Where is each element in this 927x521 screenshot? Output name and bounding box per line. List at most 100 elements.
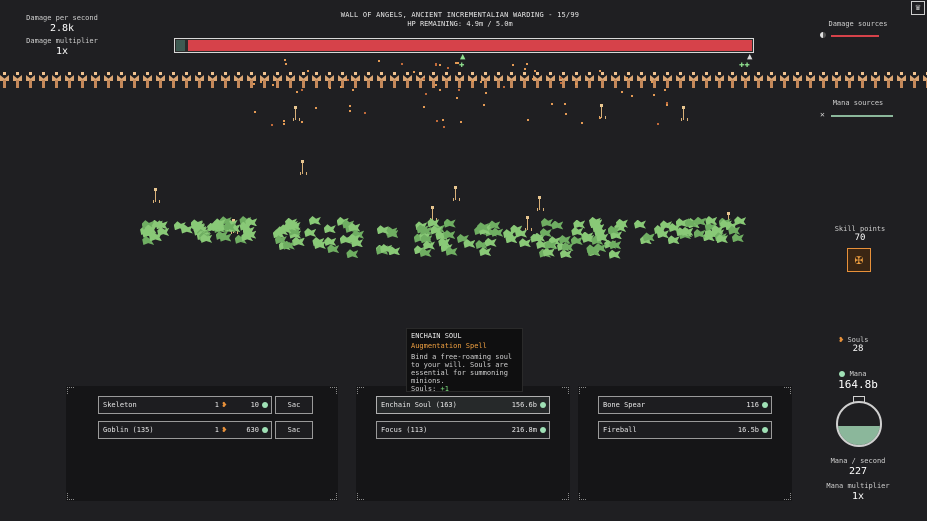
spell-name: Bone Spear <box>603 401 646 409</box>
boss-hp-bar <box>174 38 754 53</box>
summon-skeleton-button[interactable]: Skeleton 1 ❥ 10 <box>98 396 272 414</box>
angel-sprite <box>754 72 763 90</box>
enchain-soul-button[interactable]: Enchain Soul (163) 156.6b <box>376 396 550 414</box>
angel-sprite <box>520 72 529 90</box>
boss-title: WALL OF ANGELS, ANCIENT INCREMENTALIAN W… <box>340 11 580 19</box>
angel-sprite <box>169 72 178 90</box>
goblin-minion <box>731 233 744 243</box>
damage-multiplier-value: 1x <box>55 46 69 57</box>
mana-multiplier-label: Mana multiplier <box>826 482 890 490</box>
impact-particle <box>352 89 355 92</box>
spell-name: Goblin (135) <box>103 426 154 434</box>
soul-cost: 1 <box>214 426 219 434</box>
angel-sprite <box>845 72 854 90</box>
angel-sprite <box>0 72 9 90</box>
sac-goblin-button[interactable]: Sac <box>275 421 313 439</box>
angel-sprite <box>780 72 789 90</box>
angel-sprite <box>221 72 230 90</box>
damage-multiplier-label: Damage multiplier <box>26 37 98 45</box>
impact-particle <box>300 89 303 92</box>
mana-flask <box>835 396 883 452</box>
minion-horde <box>140 212 750 262</box>
mana-cost: 10 <box>250 401 259 409</box>
angel-sprite <box>26 72 35 90</box>
angel-sprite <box>65 72 74 90</box>
cross-rune-icon[interactable]: ✠ <box>847 248 871 272</box>
bone-arrow <box>153 188 160 203</box>
angel-sprite <box>286 72 295 90</box>
angel-sprite <box>611 72 620 90</box>
angel-sprite <box>208 72 217 90</box>
angel-sprite <box>767 72 776 90</box>
impact-particle <box>447 66 449 69</box>
spell-name: Skeleton <box>103 401 137 409</box>
angel-sprite <box>702 72 711 90</box>
angel-sprite <box>455 72 464 90</box>
impact-particle <box>284 59 287 62</box>
mana-cost: 16.5b <box>737 426 759 434</box>
flask-ball <box>836 401 882 447</box>
summon-goblin-button[interactable]: Goblin (135) 1 ❥ 630 <box>98 421 272 439</box>
goblin-minion <box>667 235 680 245</box>
boss-hp-text: HP REMAINING: 4.9m / 5.0m <box>407 20 513 28</box>
impact-particle <box>439 88 442 91</box>
angel-sprite <box>923 72 927 90</box>
angel-sprite <box>117 72 126 90</box>
bone-spear-button[interactable]: Bone Spear 116 <box>598 396 772 414</box>
impact-particle <box>598 69 601 72</box>
focus-button[interactable]: Focus (113) 216.8m <box>376 421 550 439</box>
damage-source-icon <box>820 32 826 38</box>
tooltip-souls-label: Souls: <box>411 385 437 393</box>
impact-particle <box>479 81 482 84</box>
goblin-minion <box>608 249 621 259</box>
bone-arrow <box>293 106 300 121</box>
impact-particle <box>434 63 437 66</box>
impact-particle <box>483 103 486 106</box>
tooltip-subtitle: Augmentation Spell <box>411 342 487 350</box>
goblin-minion <box>308 216 321 225</box>
impact-particle <box>524 67 527 70</box>
impact-particle <box>413 70 416 73</box>
mana-orb-icon <box>762 402 768 408</box>
mana-cost: 630 <box>246 426 259 434</box>
damage-sources-label: Damage sources <box>828 20 888 28</box>
dps-value: 2.8k <box>49 23 75 34</box>
impact-particle <box>526 63 529 66</box>
angel-sprite <box>741 72 750 90</box>
impact-particle <box>253 110 256 113</box>
crown-icon[interactable]: ♛ <box>911 1 925 15</box>
impact-particle <box>252 83 255 86</box>
sac-skeleton-button[interactable]: Sac <box>275 396 313 414</box>
impact-particle <box>455 97 458 100</box>
angel-sprite <box>312 72 321 90</box>
impact-particle <box>349 110 352 112</box>
goblin-minion <box>443 230 456 240</box>
angel-sprite <box>52 72 61 90</box>
goblin-minion <box>327 244 340 254</box>
angel-sprite <box>13 72 22 90</box>
angel-sprite <box>728 72 737 90</box>
angel-sprite <box>364 72 373 90</box>
impact-particle <box>457 61 460 64</box>
impact-particle <box>295 91 298 94</box>
goblin-minion <box>518 238 531 248</box>
angel-sprite <box>572 72 581 90</box>
angel-sprite <box>338 72 347 90</box>
mana-orb-icon <box>540 402 546 408</box>
goblin-minion <box>558 234 571 244</box>
angel-sprite <box>806 72 815 90</box>
impact-particle <box>377 60 380 63</box>
angel-sprite <box>676 72 685 90</box>
angel-sprite <box>715 72 724 90</box>
impact-particle <box>503 86 506 89</box>
impact-particle <box>441 119 444 122</box>
impact-particle <box>260 80 263 83</box>
impact-particle <box>363 111 366 114</box>
skill-points-value: 70 <box>854 233 866 243</box>
angel-sprite <box>78 72 87 90</box>
angel-sprite <box>351 72 360 90</box>
fireball-button[interactable]: Fireball 16.5b <box>598 421 772 439</box>
angel-sprite <box>91 72 100 90</box>
soul-cost: 1 <box>214 401 219 409</box>
angel-sprite <box>637 72 646 90</box>
